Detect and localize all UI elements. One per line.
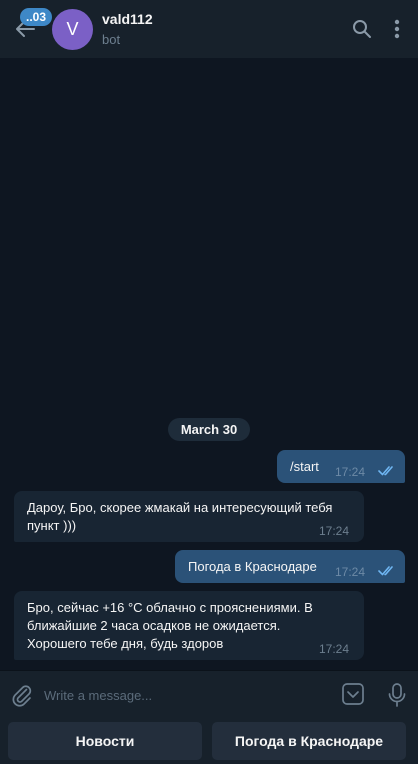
telegram-chat-screen: ..03 V vald112 bot March 30 /start 17:24 xyxy=(0,0,418,764)
outgoing-message[interactable]: /start 17:24 xyxy=(277,450,405,483)
more-options-button[interactable] xyxy=(385,17,409,41)
incoming-message[interactable]: Бро, сейчас +16 °С облачно с прояснениям… xyxy=(14,591,364,660)
more-vertical-icon xyxy=(394,19,400,39)
message-time: 17:24 xyxy=(335,565,366,579)
attach-button[interactable] xyxy=(10,683,34,707)
read-check-icon xyxy=(378,466,393,476)
outgoing-message[interactable]: Погода в Краснодаре 17:24 xyxy=(175,550,405,583)
message-time: 17:24 xyxy=(319,524,350,538)
keyboard-toggle-icon xyxy=(342,683,364,705)
chat-title[interactable]: vald112 xyxy=(102,11,153,27)
search-button[interactable] xyxy=(350,17,374,41)
chat-subtitle: bot xyxy=(102,32,121,47)
microphone-icon xyxy=(388,683,406,707)
avatar[interactable]: V xyxy=(52,9,93,50)
message-text: Бро, сейчас +16 °С облачно с прояснениям… xyxy=(27,600,313,651)
message-time: 17:24 xyxy=(319,642,350,656)
message-text: /start xyxy=(290,459,319,474)
message-text: Дароу, Бро, скорее жмакай на интересующи… xyxy=(27,500,333,533)
bot-keyboard-toggle[interactable] xyxy=(341,682,365,706)
incoming-message[interactable]: Дароу, Бро, скорее жмакай на интересующи… xyxy=(14,491,364,542)
unread-badge: ..03 xyxy=(20,8,53,26)
message-composer xyxy=(0,670,418,718)
bot-reply-keyboard: Новости Погода в Краснодаре xyxy=(0,718,418,764)
keyboard-button-weather[interactable]: Погода в Краснодаре xyxy=(212,722,406,760)
paperclip-icon xyxy=(12,685,32,707)
chat-header: ..03 V vald112 bot xyxy=(0,0,418,58)
message-input[interactable] xyxy=(44,681,324,709)
read-check-icon xyxy=(378,566,393,576)
message-time: 17:24 xyxy=(335,465,366,479)
keyboard-button-news[interactable]: Новости xyxy=(8,722,202,760)
message-list[interactable]: March 30 /start 17:24 Дароу, Бро, скорее… xyxy=(0,58,418,670)
message-text: Погода в Краснодаре xyxy=(188,559,317,574)
search-icon xyxy=(353,20,371,38)
date-separator: March 30 xyxy=(168,418,250,441)
voice-record-button[interactable] xyxy=(385,682,409,708)
